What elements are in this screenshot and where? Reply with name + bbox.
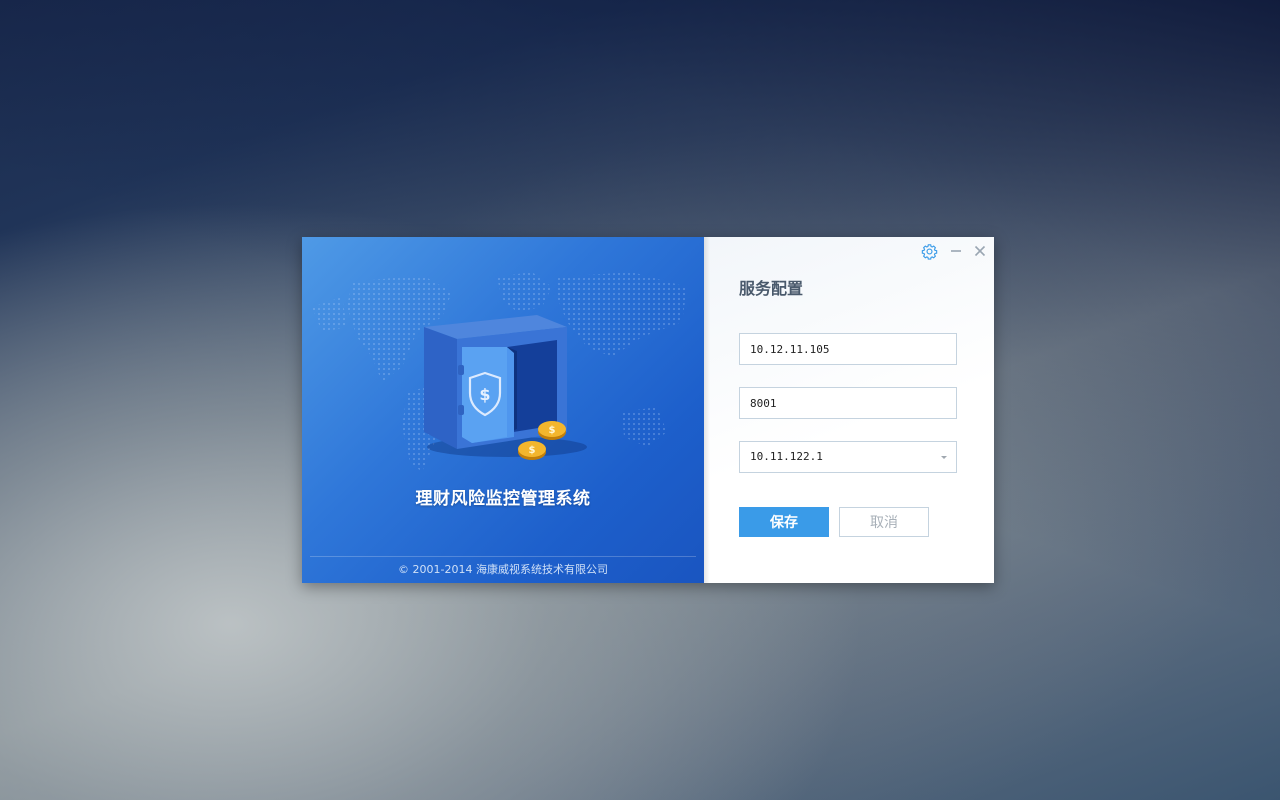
- service-config-dialog: $ $ $ 理财风险监控管理系统 © 2001-2014 海康威视系统技术有限公…: [302, 237, 994, 583]
- cancel-button[interactable]: 取消: [839, 507, 929, 537]
- section-title: 服务配置: [739, 279, 804, 298]
- copyright-text: © 2001-2014 海康威视系统技术有限公司: [398, 563, 608, 576]
- footer-divider: [310, 556, 696, 557]
- app-title: 理财风险监控管理系统: [415, 489, 591, 509]
- save-button[interactable]: 保存: [739, 507, 829, 537]
- minimize-icon: [951, 250, 961, 252]
- close-icon: [974, 245, 986, 257]
- server-ip-input[interactable]: [740, 334, 956, 364]
- svg-text:$: $: [479, 385, 490, 404]
- svg-text:$: $: [529, 445, 536, 456]
- gear-icon: [921, 243, 937, 260]
- panel-divider: [704, 237, 710, 583]
- address-select[interactable]: 10.11.122.1: [739, 441, 957, 473]
- safe-illustration: $ $ $: [424, 315, 587, 460]
- server-ip-field: [739, 333, 957, 365]
- config-panel: 服务配置 10.11.122.1 保存 取消: [704, 237, 994, 583]
- close-button[interactable]: [971, 243, 989, 259]
- settings-button[interactable]: [920, 243, 938, 260]
- address-select-value: 10.11.122.1: [750, 450, 823, 463]
- svg-text:$: $: [549, 425, 556, 436]
- minimize-button[interactable]: [947, 243, 965, 259]
- port-field: [739, 387, 957, 419]
- brand-panel: $ $ $ 理财风险监控管理系统 © 2001-2014 海康威视系统技术有限公…: [302, 237, 704, 583]
- chevron-down-icon: [941, 456, 947, 459]
- port-input[interactable]: [740, 388, 956, 418]
